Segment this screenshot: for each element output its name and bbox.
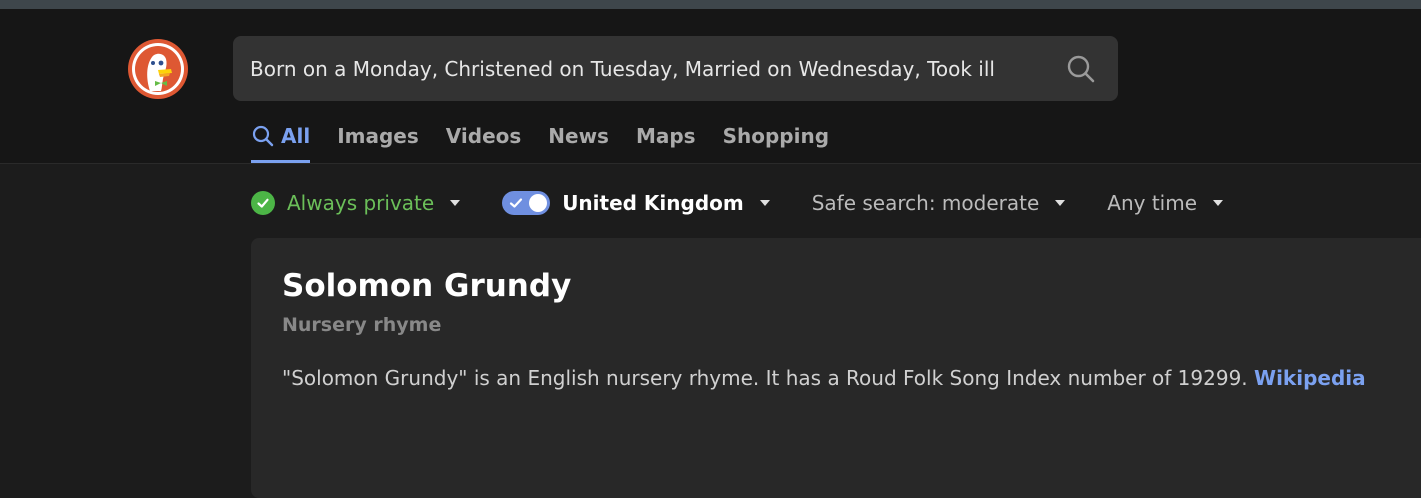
result-title: Solomon Grundy [282,268,572,304]
tab-all[interactable]: All [251,119,311,163]
search-icon[interactable] [1066,54,1096,84]
duckduckgo-logo-icon[interactable] [128,39,188,99]
tab-label: All [281,124,311,148]
result-subtitle: Nursery rhyme [282,314,442,336]
tab-news[interactable]: News [548,119,609,153]
time-dropdown[interactable]: Any time [1107,191,1224,215]
caret-down-icon [1213,200,1224,206]
search-filters: Always private United Kingdom Safe searc… [251,188,1265,218]
check-circle-icon [251,191,275,215]
result-abstract: "Solomon Grundy" is an English nursery r… [282,366,1366,390]
region-label: United Kingdom [562,191,744,215]
tab-label: Shopping [722,124,830,148]
safe-search-dropdown[interactable]: Safe search: moderate [812,191,1066,215]
search-icon [251,124,275,148]
tab-label: Images [337,124,419,148]
tab-label: Maps [635,124,696,148]
caret-down-icon [759,200,770,206]
toggle-knob [529,194,548,212]
tab-shopping[interactable]: Shopping [723,119,829,153]
search-bar [233,36,1118,101]
caret-down-icon [450,200,461,206]
knowledge-panel: Solomon Grundy Nursery rhyme "Solomon Gr… [251,238,1421,498]
check-icon [510,198,523,208]
wikipedia-link[interactable]: Wikipedia [1254,366,1366,390]
region-dropdown[interactable]: United Kingdom [502,191,770,215]
privacy-label: Always private [287,191,435,215]
search-input[interactable] [233,36,1053,101]
safe-search-label: Safe search: moderate [811,191,1040,215]
time-label: Any time [1107,191,1198,215]
tab-label: Videos [445,124,522,148]
tab-label: News [548,124,609,148]
browser-top-strip [0,0,1421,9]
caret-down-icon [1055,200,1066,206]
privacy-dropdown[interactable]: Always private [251,191,461,215]
search-tabs: All Images Videos News Maps Shopping [251,119,856,163]
header: All Images Videos News Maps Shopping [0,9,1421,164]
tab-maps[interactable]: Maps [636,119,696,153]
abstract-text: "Solomon Grundy" is an English nursery r… [282,366,1248,390]
tab-images[interactable]: Images [337,119,419,153]
tab-videos[interactable]: Videos [446,119,522,153]
region-toggle[interactable] [502,191,551,215]
